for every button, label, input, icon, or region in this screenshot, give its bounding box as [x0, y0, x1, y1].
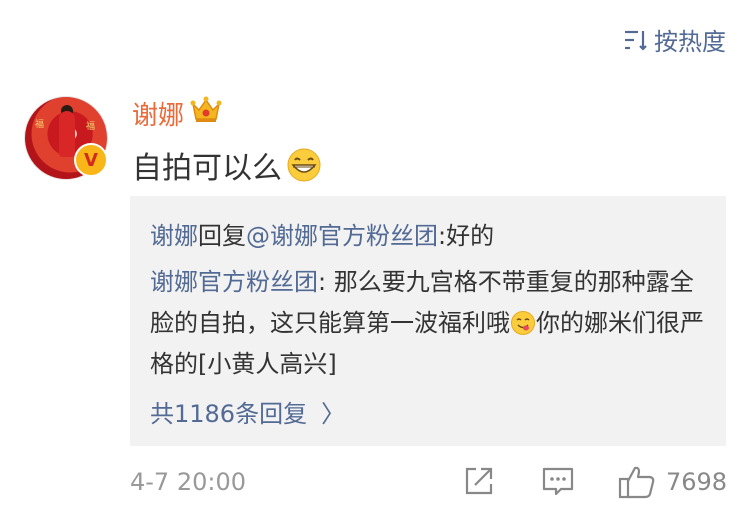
comment-icon[interactable]: [541, 464, 575, 498]
comment-timestamp: 4-7 20:00: [130, 468, 246, 496]
crown-icon: [190, 96, 222, 122]
more-replies-label: 共1186条回复: [150, 400, 308, 428]
reply-1-text: :好的: [438, 222, 495, 250]
sort-lines-icon: [625, 30, 647, 51]
comment-text: 自拍可以么: [132, 143, 322, 187]
sort-by-hot-button[interactable]: 按热度: [624, 22, 726, 57]
reply-box: 谢娜回复@谢娜官方粉丝团:好的 谢娜官方粉丝团: 那么要九宫格不带重复的那种露全…: [130, 196, 726, 446]
reply-1: 谢娜回复@谢娜官方粉丝团:好的: [150, 216, 494, 251]
reply-1-action: 回复: [198, 222, 246, 250]
verified-badge-icon: V: [74, 143, 108, 177]
sort-label: 按热度: [654, 28, 726, 56]
reply-2-author[interactable]: 谢娜官方粉丝团: [150, 268, 318, 296]
share-icon[interactable]: [462, 464, 496, 498]
chevron-right-icon: 〉: [321, 400, 346, 428]
reply-2: 谢娜官方粉丝团: 那么要九宫格不带重复的那种露全脸的自拍，这只能算第一波福利哦你…: [150, 262, 710, 385]
reply-1-author[interactable]: 谢娜: [150, 222, 198, 250]
thumbs-up-icon[interactable]: [618, 464, 656, 500]
comment-username[interactable]: 谢娜: [132, 95, 184, 132]
like-count: 7698: [666, 468, 728, 496]
reply-1-mention[interactable]: @谢娜官方粉丝团: [246, 222, 438, 250]
grinning-face-icon: [287, 148, 321, 182]
more-replies-link[interactable]: 共1186条回复 〉: [150, 394, 345, 429]
comment-text-content: 自拍可以么: [132, 151, 282, 186]
yummy-face-icon: [511, 311, 535, 335]
